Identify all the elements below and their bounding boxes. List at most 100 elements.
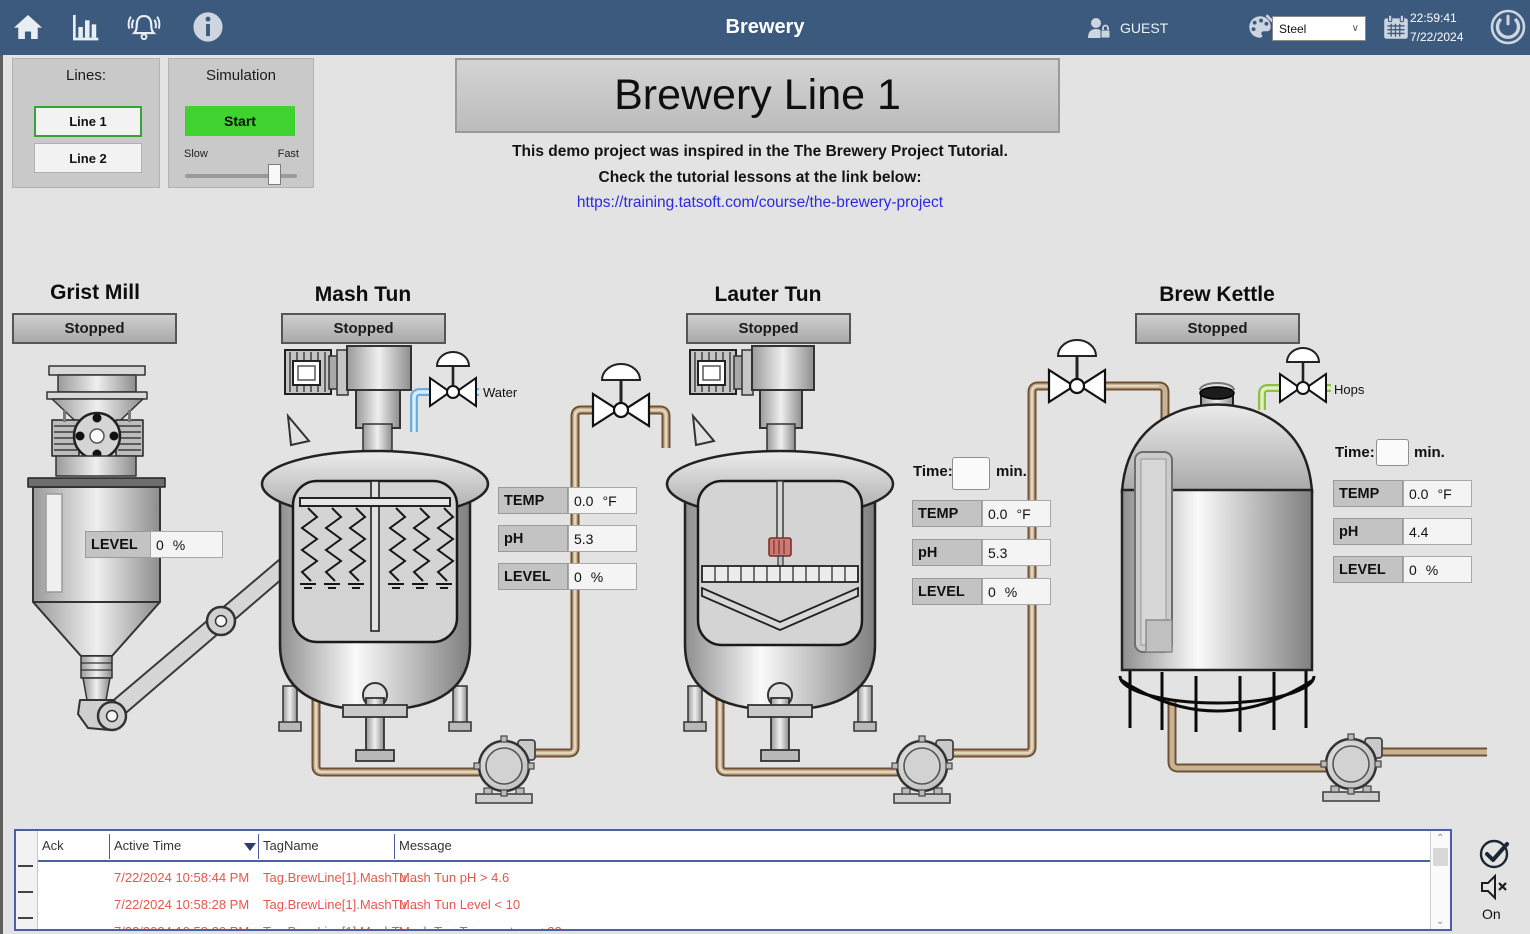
lauter-ph-value-box: 5.3 xyxy=(982,539,1051,566)
scroll-up-icon[interactable]: ⌃ xyxy=(1436,833,1444,844)
brew-kettle-status: Stopped xyxy=(1135,313,1300,344)
valve-water xyxy=(430,352,476,406)
grist-mill-title: Grist Mill xyxy=(15,281,175,305)
lauter-time-input[interactable] xyxy=(952,457,990,490)
column-separator xyxy=(109,834,110,859)
brew-kettle-graphic xyxy=(1120,383,1314,732)
logout-button[interactable] xyxy=(1488,7,1528,47)
alarm-tag: Tag.BrewLine[1].MashTu... xyxy=(263,870,417,885)
kettle-temp-value-box: 0.0 °F xyxy=(1403,480,1472,507)
power-icon xyxy=(1489,8,1527,46)
sound-mute-button[interactable] xyxy=(1478,872,1510,907)
line2-button[interactable]: Line 2 xyxy=(34,143,142,173)
intro-line-2: Check the tutorial lessons at the link b… xyxy=(300,169,1220,187)
grist-mill-status: Stopped xyxy=(12,313,177,344)
pump-kettle xyxy=(1321,734,1382,801)
row-marker xyxy=(18,917,33,919)
kettle-time-unit: min. xyxy=(1414,444,1445,461)
chevron-down-icon: ∨ xyxy=(1352,23,1359,34)
lauter-temp-label: TEMP xyxy=(912,500,982,527)
col-tag-name[interactable]: TagName xyxy=(263,838,319,853)
alarm-row[interactable]: 7/22/2024 10:58:28 PM Tag.BrewLine[1].Ma… xyxy=(38,891,1430,918)
alarm-tag: Tag.BrewLine[1].MashTu... xyxy=(263,897,417,912)
slider-fast-label: Fast xyxy=(278,148,299,160)
clock: 22:59:41 7/22/2024 xyxy=(1410,9,1463,47)
kettle-temp-value: 0.0 xyxy=(1409,486,1428,502)
alarm-row[interactable]: 7/22/2024 10:58:44 PM Tag.BrewLine[1].Ma… xyxy=(38,864,1430,891)
mash-level-value: 0 xyxy=(574,569,582,585)
simulation-panel: Simulation Start Slow Fast xyxy=(168,58,314,188)
alarm-row[interactable]: 7/22/2024 10:58:20 PM Tag.BrewLine[1].Ma… xyxy=(38,918,1430,931)
alarm-message: Mash Tun Temperature < 33 xyxy=(399,924,562,931)
mash-level-unit: % xyxy=(591,569,603,585)
page-title-panel: Brewery Line 1 xyxy=(455,58,1060,133)
alarm-time: 7/22/2024 10:58:28 PM xyxy=(114,897,249,912)
alarm-message: Mash Tun pH > 4.6 xyxy=(399,870,509,885)
lauter-temp-value: 0.0 xyxy=(988,506,1007,522)
pump-mash xyxy=(474,736,535,803)
tutorial-link[interactable]: https://training.tatsoft.com/course/the-… xyxy=(577,194,943,211)
scroll-down-icon[interactable]: ⌄ xyxy=(1436,916,1444,927)
intro-link-wrap: https://training.tatsoft.com/course/the-… xyxy=(300,194,1220,212)
calendar-icon xyxy=(1381,12,1411,42)
lauter-level-label: LEVEL xyxy=(912,578,982,605)
mash-temp-label: TEMP xyxy=(498,487,568,514)
kettle-level-unit: % xyxy=(1426,562,1438,578)
water-label: Water xyxy=(483,385,517,400)
valve-hops xyxy=(1280,348,1326,402)
hops-label: Hops xyxy=(1334,382,1364,397)
clock-time: 22:59:41 xyxy=(1410,9,1463,28)
lauter-ph-value: 5.3 xyxy=(988,545,1007,561)
kettle-temp-unit: °F xyxy=(1437,486,1451,502)
alarm-row-header-strip xyxy=(16,831,38,929)
alarm-tag: Tag.BrewLine[1].MashTu... xyxy=(263,924,417,931)
mash-level-label: LEVEL xyxy=(498,563,568,590)
grist-level-value-box: 0 % xyxy=(150,531,223,558)
col-active-time[interactable]: Active Time xyxy=(114,838,181,853)
speaker-muted-icon xyxy=(1478,872,1510,902)
pump-lauter xyxy=(892,736,953,803)
theme-select[interactable]: Steel ∨ xyxy=(1272,16,1366,41)
slider-slow-label: Slow xyxy=(184,148,208,160)
lauter-temp-value-box: 0.0 °F xyxy=(982,500,1051,527)
lauter-level-unit: % xyxy=(1005,584,1017,600)
grist-level-unit: % xyxy=(173,537,185,553)
col-message[interactable]: Message xyxy=(399,838,452,853)
start-button[interactable]: Start xyxy=(185,106,295,136)
mash-temp-unit: °F xyxy=(602,493,616,509)
valve-lauter-outlet xyxy=(1049,340,1105,402)
lauter-level-value: 0 xyxy=(988,584,996,600)
kettle-time-label: Time: xyxy=(1335,444,1375,461)
sort-desc-icon[interactable] xyxy=(244,843,256,851)
line1-button[interactable]: Line 1 xyxy=(34,106,142,137)
acknowledge-button[interactable] xyxy=(1478,836,1512,875)
kettle-time-input[interactable] xyxy=(1376,439,1409,466)
lauter-ph-label: pH xyxy=(912,539,982,566)
lauter-time-unit: min. xyxy=(996,463,1027,480)
lauter-tun-graphic xyxy=(667,346,893,761)
simulation-panel-title: Simulation xyxy=(169,59,313,84)
lauter-level-value-box: 0 % xyxy=(982,578,1051,605)
lauter-temp-unit: °F xyxy=(1016,506,1030,522)
theme-value: Steel xyxy=(1279,22,1306,36)
mash-tun-graphic xyxy=(262,346,488,761)
lauter-tun-status: Stopped xyxy=(686,313,851,344)
speed-slider-handle[interactable] xyxy=(268,164,281,185)
user-badge[interactable]: GUEST xyxy=(1086,14,1168,42)
col-ack[interactable]: Ack xyxy=(42,838,64,853)
mash-ph-value: 5.3 xyxy=(574,531,593,547)
sound-state-label: On xyxy=(1482,906,1501,922)
row-marker xyxy=(18,891,33,893)
kettle-level-label: LEVEL xyxy=(1333,556,1403,583)
scroll-thumb[interactable] xyxy=(1433,848,1448,866)
kettle-ph-label: pH xyxy=(1333,518,1403,545)
alarm-scrollbar[interactable]: ⌃ ⌄ xyxy=(1430,831,1450,929)
grist-level-value: 0 xyxy=(156,537,164,553)
user-name: GUEST xyxy=(1120,20,1168,36)
user-lock-icon xyxy=(1086,15,1112,41)
lauter-time-label: Time: xyxy=(913,463,953,480)
window-left-edge xyxy=(0,55,3,934)
column-separator xyxy=(258,834,259,859)
kettle-ph-value: 4.4 xyxy=(1409,524,1428,540)
mash-ph-value-box: 5.3 xyxy=(568,525,637,552)
